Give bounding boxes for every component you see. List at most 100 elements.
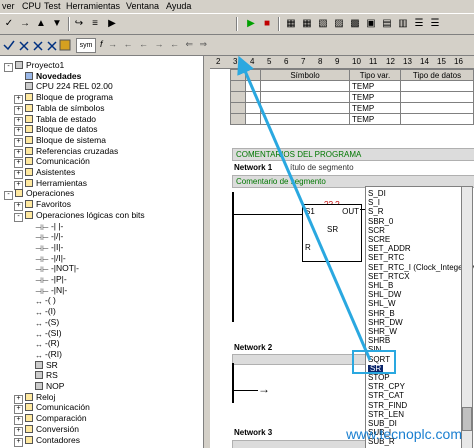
list-item[interactable]: SBR_0	[368, 217, 393, 226]
tree-item[interactable]: ⊣⊢ -|/|-	[24, 231, 63, 242]
tree-item[interactable]: Novedades	[14, 71, 81, 81]
address-cell[interactable]	[245, 102, 261, 114]
download-icon[interactable]: ▼	[50, 17, 64, 31]
list-item[interactable]: SCR	[368, 226, 385, 235]
symbol-toggle-icon[interactable]: sym	[76, 38, 96, 53]
menu-ver[interactable]: ver	[2, 1, 15, 11]
tree-item[interactable]: ↔ -(S)	[24, 317, 59, 328]
symbol-cell[interactable]	[260, 113, 350, 125]
list-item[interactable]: SHR_DW	[368, 318, 403, 327]
vartype-cell[interactable]: TEMP	[349, 102, 401, 114]
tree-item[interactable]: - Proyecto1	[4, 60, 64, 72]
options-icon[interactable]: ▶	[105, 17, 119, 31]
symbol-cell[interactable]	[260, 91, 350, 103]
filter-icon[interactable]: ≡	[88, 17, 102, 31]
tree-item[interactable]: + Favoritos	[14, 199, 71, 212]
vartype-cell[interactable]: TEMP	[349, 91, 401, 103]
compile-all-icon[interactable]: →	[18, 17, 32, 31]
tree-item[interactable]: ⊣⊢ -|N|-	[24, 285, 67, 296]
vartype-cell[interactable]: TEMP	[349, 80, 401, 92]
table-row[interactable]: TEMP	[230, 91, 474, 103]
tree-item[interactable]: NOP	[24, 381, 64, 391]
list-item[interactable]: SHL_B	[368, 282, 393, 290]
tree-item[interactable]: ↔ -(R)	[24, 338, 60, 349]
tree-item[interactable]: - Operaciones	[4, 188, 74, 201]
tree-item[interactable]: SR	[24, 360, 58, 370]
tree-item[interactable]: + Comparación	[14, 413, 87, 426]
tree-item[interactable]: + Bloque de programa	[14, 92, 113, 105]
address-cell[interactable]	[245, 113, 261, 125]
collapse-icon[interactable]: -	[4, 191, 13, 201]
single-read-icon[interactable]: ▨	[332, 17, 346, 31]
chart-status-icon[interactable]: ▦	[300, 17, 314, 31]
tree-item[interactable]: ⊣⊢ -|NOT|-	[24, 263, 79, 274]
list-item[interactable]: STR_FIND	[368, 401, 407, 410]
tree-item[interactable]: ↔ -(I)	[24, 306, 56, 317]
list-item[interactable]: STR_LEN	[368, 410, 404, 419]
table-row[interactable]: TEMP	[230, 113, 474, 125]
tree-item[interactable]: + Comunicación	[14, 156, 90, 169]
datatype-cell[interactable]	[400, 80, 474, 92]
datatype-cell[interactable]	[400, 102, 474, 114]
read-forced-icon[interactable]: ☰	[412, 17, 426, 31]
list-item[interactable]: SET_RTC_I (Clock_Integer (v	[368, 263, 474, 272]
tool-icons-group[interactable]	[2, 38, 72, 52]
tree-item[interactable]: ⊣⊢ -|/I|-	[24, 253, 66, 264]
unforce-all-icon[interactable]: ▥	[396, 17, 410, 31]
function-icon[interactable]: f	[100, 39, 103, 49]
tree-item[interactable]: + Reloj	[14, 392, 55, 404]
tree-item[interactable]: + Conversión	[14, 424, 79, 436]
upload-icon[interactable]: ▲	[34, 17, 48, 31]
tree-item[interactable]: ⊣⊢ -|I|-	[24, 242, 63, 253]
network-2-comment-bar[interactable]	[232, 354, 369, 365]
run-icon[interactable]: ▶	[244, 17, 258, 31]
tree-item[interactable]: + Tabla de símbolos	[14, 103, 105, 115]
menu-cpu[interactable]: CPU	[22, 1, 41, 11]
table-row[interactable]: TEMP	[230, 102, 474, 114]
vartype-cell[interactable]: TEMP	[349, 113, 401, 125]
list-item[interactable]: STOP	[368, 374, 390, 382]
write-all-icon[interactable]: ▩	[348, 17, 362, 31]
scrollbar-thumb[interactable]	[462, 407, 472, 431]
tree-item[interactable]: ⊣⊢ -| |-	[24, 221, 63, 232]
list-item[interactable]: SHRB	[368, 337, 390, 345]
tree-item[interactable]: + Comunicación	[14, 402, 90, 415]
tree-item[interactable]: - Operaciones lógicas con bits	[14, 210, 145, 222]
menu-herramientas[interactable]: Herramientas	[66, 1, 120, 11]
instruction-dropdown[interactable]: S_DI S_I S_R SBR_0 SCR SCRE SET_ADDR SET_RTC SET…	[365, 186, 474, 448]
compile-icon[interactable]: ✓	[2, 17, 16, 31]
tree-item[interactable]: ⊣⊢ -|P|-	[24, 274, 67, 285]
symbol-cell[interactable]	[260, 102, 350, 114]
tree-item[interactable]: ↔ -(SI)	[24, 328, 62, 339]
list-item[interactable]: SET_RTCX	[368, 272, 410, 281]
tree-item[interactable]: + Referencias cruzadas	[14, 146, 118, 158]
network-1-title[interactable]: ítulo de segmento	[290, 163, 354, 172]
list-item[interactable]: SCRE	[368, 236, 390, 244]
tree-item[interactable]: + Contadores	[14, 435, 80, 447]
list-item[interactable]: SET_RTC	[368, 254, 404, 262]
row-header[interactable]	[230, 113, 246, 125]
tree-item[interactable]: + Bloque de datos	[14, 124, 97, 137]
row-header[interactable]	[230, 102, 246, 114]
sort-icon[interactable]: ↪	[72, 17, 86, 31]
tree-item[interactable]: + Herramientas	[14, 178, 87, 190]
expand-icon[interactable]: +	[14, 437, 23, 447]
collapse-icon[interactable]: -	[14, 212, 23, 222]
datatype-cell[interactable]	[400, 91, 474, 103]
table-row[interactable]: TEMP	[230, 80, 474, 92]
tree-item[interactable]: + Bloque de sistema	[14, 135, 106, 147]
stop-icon[interactable]: ■	[260, 17, 274, 31]
list-item[interactable]: SHL_DW	[368, 291, 401, 299]
sr-function-box[interactable]: S1 OUT SR R	[302, 204, 362, 262]
dropdown-scrollbar[interactable]	[461, 186, 473, 448]
tree-item[interactable]: + Tabla de estado	[14, 114, 96, 126]
list-item[interactable]: SHL_W	[368, 300, 396, 308]
tree-item[interactable]: RS	[24, 370, 58, 380]
program-comments-bar[interactable]: COMENTARIOS DEL PROGRAMA	[232, 148, 474, 161]
list-item[interactable]: SET_ADDR	[368, 245, 411, 253]
tree-item[interactable]: CPU 224 REL 02.00	[14, 81, 113, 91]
symbol-cell[interactable]	[260, 80, 350, 92]
list-item[interactable]: STR_CAT	[368, 392, 404, 400]
tree-item[interactable]: + Asistentes	[14, 167, 75, 179]
row-header[interactable]	[230, 80, 246, 92]
